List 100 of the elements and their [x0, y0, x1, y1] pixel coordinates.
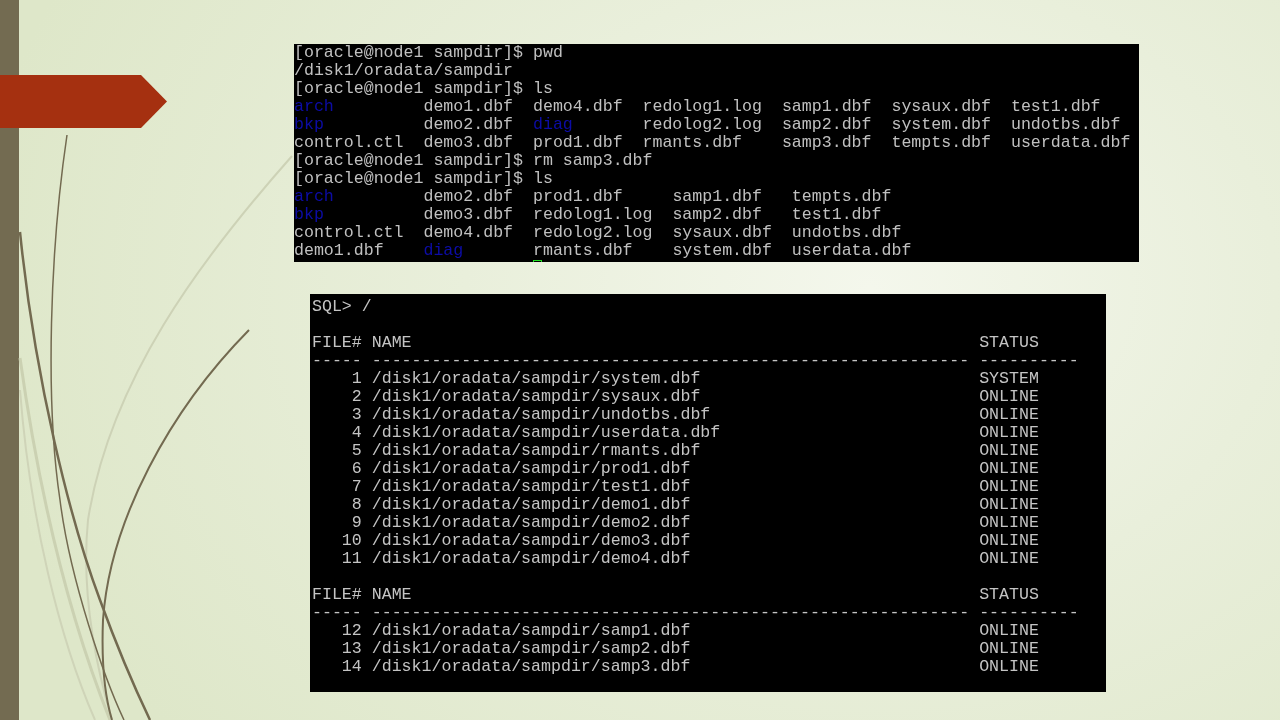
- file-name: demo1.dbf: [423, 97, 514, 116]
- file-name: tempts.dbf: [791, 187, 892, 206]
- file-name: demo2.dbf: [423, 115, 514, 134]
- file-number-cell: 1: [351, 369, 362, 388]
- status-cell: ONLINE: [979, 621, 1039, 640]
- status-cell: ONLINE: [979, 549, 1039, 568]
- file-path-cell: /disk1/oradata/sampdir/samp2.dbf: [371, 639, 691, 658]
- file-path-cell: /disk1/oradata/sampdir/samp3.dbf: [371, 657, 691, 676]
- status-cell: ONLINE: [979, 657, 1039, 676]
- header-rule: ------------------------------------------------------------: [371, 351, 970, 370]
- file-name: prod1.dbf: [532, 187, 623, 206]
- header-rule: ------------------------------------------------------------: [371, 603, 970, 622]
- terminal-line: [oracle@node1 sampdir]$ ls: [294, 79, 553, 98]
- terminal-line: [oracle@node1 sampdir]$ pwd: [294, 44, 563, 62]
- status-cell: ONLINE: [979, 459, 1039, 478]
- file-name: demo2.dbf: [423, 187, 514, 206]
- file-name: samp1.dbf: [672, 187, 762, 206]
- status-cell: ONLINE: [979, 531, 1039, 550]
- status-cell: ONLINE: [979, 405, 1039, 424]
- file-name: test1.dbf: [1010, 97, 1101, 116]
- directory-name: arch: [294, 97, 334, 116]
- header-rule: ----------: [979, 603, 1079, 622]
- file-number-cell: 11: [341, 549, 362, 568]
- file-number-cell: 8: [351, 495, 362, 514]
- header-rule: ----------: [979, 351, 1079, 370]
- file-number-cell: 4: [351, 423, 362, 442]
- file-name: userdata.dbf: [1010, 133, 1131, 152]
- file-path-cell: /disk1/oradata/sampdir/prod1.dbf: [371, 459, 691, 478]
- file-name: tempts.dbf: [891, 133, 992, 152]
- file-number-cell: 7: [351, 477, 362, 496]
- file-number-cell: 10: [341, 531, 362, 550]
- file-name: samp2.dbf: [672, 205, 762, 224]
- file-name: demo3.dbf: [423, 205, 514, 224]
- status-cell: ONLINE: [979, 441, 1039, 460]
- file-path-cell: /disk1/oradata/sampdir/userdata.dbf: [371, 423, 721, 442]
- file-number-cell: 2: [351, 387, 362, 406]
- file-name: control.ctl: [294, 133, 404, 152]
- file-name: redolog1.log: [532, 205, 653, 224]
- file-name: system.dbf: [672, 241, 772, 260]
- terminal-line: [oracle@node1 sampdir]$ ls: [294, 169, 553, 188]
- file-number-cell: 14: [341, 657, 362, 676]
- file-path-cell: /disk1/oradata/sampdir/demo1.dbf: [371, 495, 691, 514]
- column-header: NAME: [371, 585, 412, 604]
- file-name: demo4.dbf: [423, 223, 514, 242]
- file-name: userdata.dbf: [791, 241, 912, 260]
- terminal-line: /disk1/oradata/sampdir: [294, 61, 514, 80]
- file-path-cell: /disk1/oradata/sampdir/demo3.dbf: [371, 531, 691, 550]
- directory-name: diag: [532, 115, 573, 134]
- text-cursor-icon: [533, 260, 542, 262]
- file-number-cell: 3: [351, 405, 362, 424]
- status-cell: ONLINE: [979, 477, 1039, 496]
- header-rule: -----: [312, 351, 362, 370]
- status-cell: ONLINE: [979, 387, 1039, 406]
- column-header: FILE#: [312, 333, 362, 352]
- file-number-cell: 12: [341, 621, 362, 640]
- file-name: system.dbf: [891, 115, 992, 134]
- column-header: NAME: [371, 333, 412, 352]
- file-path-cell: /disk1/oradata/sampdir/system.dbf: [371, 369, 701, 388]
- directory-name: bkp: [294, 115, 324, 134]
- file-name: undotbs.dbf: [791, 223, 902, 242]
- file-name: rmants.dbf: [642, 133, 743, 152]
- file-number-cell: 9: [351, 513, 362, 532]
- file-path-cell: /disk1/oradata/sampdir/test1.dbf: [371, 477, 691, 496]
- header-rule: -----: [312, 603, 362, 622]
- file-name: samp2.dbf: [781, 115, 872, 134]
- file-name: demo1.dbf: [294, 241, 384, 260]
- sql-prompt: SQL> /: [312, 297, 372, 316]
- file-name: sysaux.dbf: [891, 97, 992, 116]
- file-name: redolog2.log: [642, 115, 762, 134]
- directory-name: diag: [423, 241, 464, 260]
- file-path-cell: /disk1/oradata/sampdir/sysaux.dbf: [371, 387, 701, 406]
- file-name: redolog1.log: [642, 97, 762, 116]
- directory-name: bkp: [294, 205, 324, 224]
- file-path-cell: /disk1/oradata/sampdir/demo2.dbf: [371, 513, 691, 532]
- file-path-cell: /disk1/oradata/sampdir/undotbs.dbf: [371, 405, 711, 424]
- file-name: control.ctl: [294, 223, 404, 242]
- file-name: redolog2.log: [532, 223, 653, 242]
- file-name: undotbs.dbf: [1010, 115, 1121, 134]
- file-name: rmants.dbf: [532, 241, 633, 260]
- file-number-cell: 13: [341, 639, 362, 658]
- status-cell: ONLINE: [979, 495, 1039, 514]
- terminal-line: [oracle@node1 sampdir]$ rm samp3.dbf: [294, 151, 653, 170]
- file-name: test1.dbf: [791, 205, 882, 224]
- status-cell: SYSTEM: [979, 369, 1039, 388]
- file-name: demo3.dbf: [423, 133, 514, 152]
- file-number-cell: 5: [351, 441, 362, 460]
- file-name: samp1.dbf: [781, 97, 872, 116]
- file-name: demo4.dbf: [532, 97, 623, 116]
- status-cell: ONLINE: [979, 513, 1039, 532]
- column-header: STATUS: [979, 333, 1039, 352]
- column-header: FILE#: [312, 585, 362, 604]
- status-cell: ONLINE: [979, 423, 1039, 442]
- file-number-cell: 6: [351, 459, 362, 478]
- file-path-cell: /disk1/oradata/sampdir/demo4.dbf: [371, 549, 691, 568]
- status-cell: ONLINE: [979, 639, 1039, 658]
- file-path-cell: /disk1/oradata/sampdir/samp1.dbf: [371, 621, 691, 640]
- file-name: samp3.dbf: [781, 133, 872, 152]
- file-path-cell: /disk1/oradata/sampdir/rmants.dbf: [371, 441, 701, 460]
- directory-name: arch: [294, 187, 334, 206]
- file-name: sysaux.dbf: [672, 223, 772, 242]
